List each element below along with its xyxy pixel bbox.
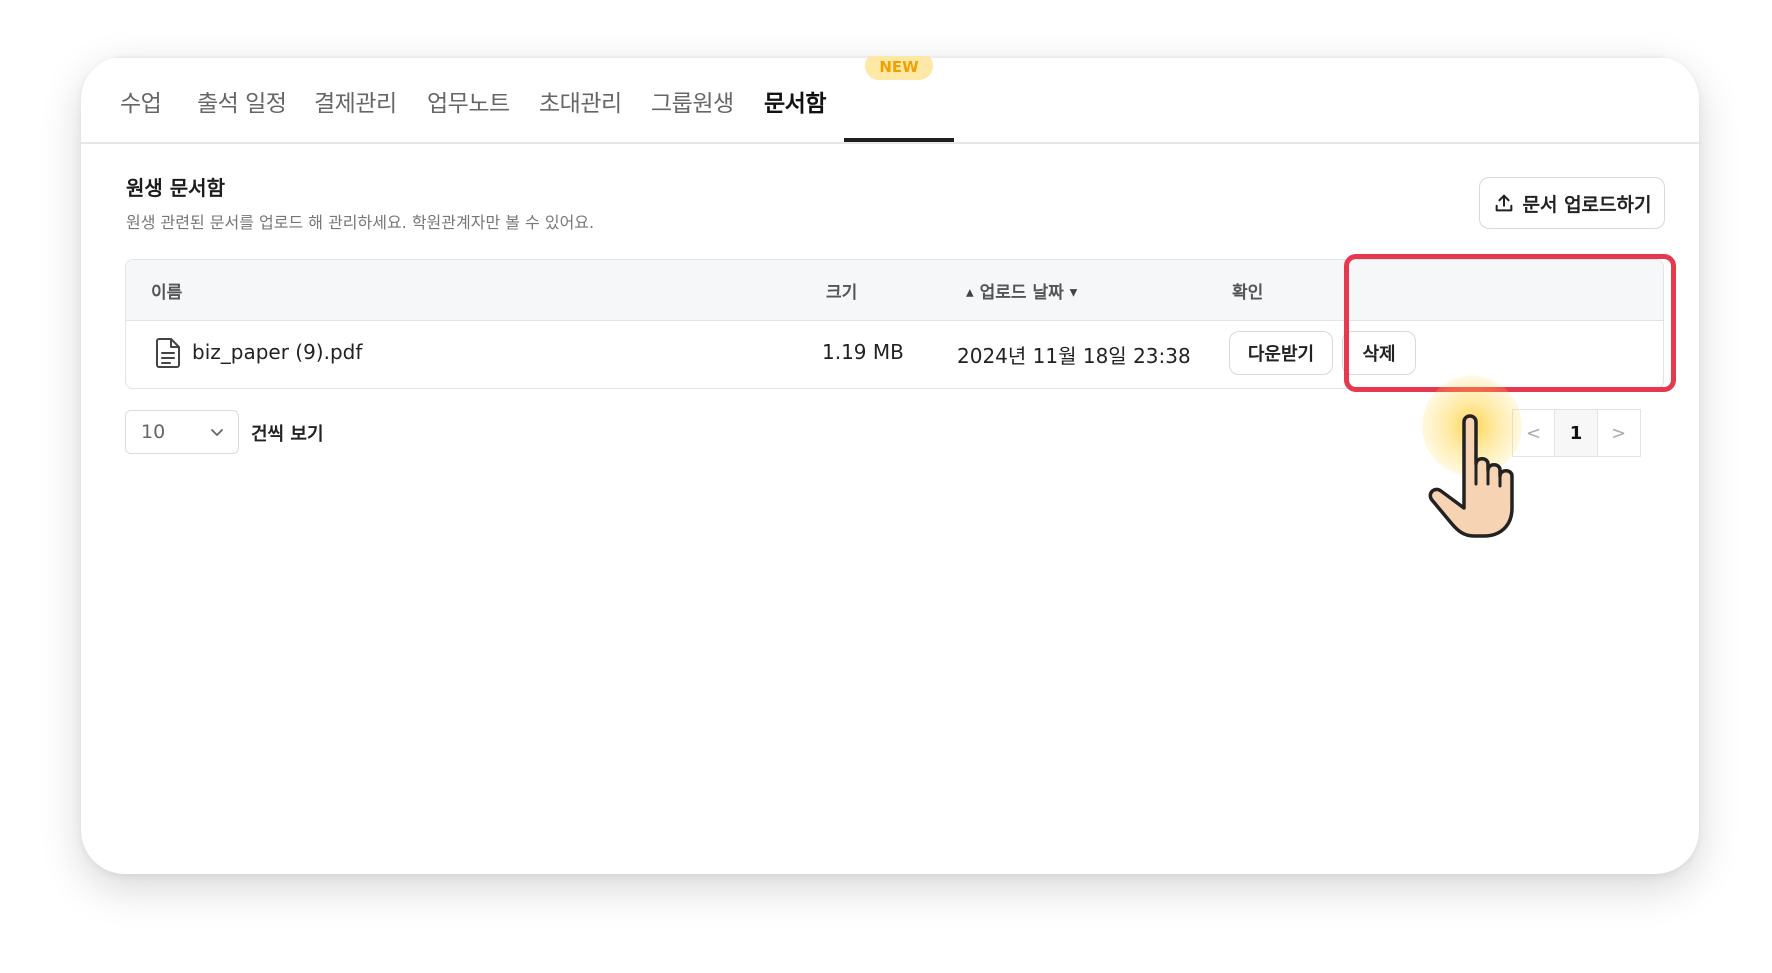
chevron-down-icon [211,429,223,436]
documents-table: 이름 크기 ▲ 업로드 날짜 ▼ 확인 biz_paper (9).pdf 1.… [125,259,1664,389]
header-size[interactable]: 크기 [826,278,857,303]
document-icon [156,338,180,368]
section-title: 원생 문서함 [126,176,225,200]
app-card: 수업 출석 일정 결제관리 업무노트 초대관리 그룹원생 문서함 NEW 원생 … [81,56,1699,874]
file-name[interactable]: biz_paper (9).pdf [192,340,362,364]
header-upload-date[interactable]: ▲ 업로드 날짜 ▼ [966,278,1077,303]
table-header: 이름 크기 ▲ 업로드 날짜 ▼ 확인 [126,260,1663,321]
tab-work-notes[interactable]: 업무노트 [427,84,510,118]
section-description: 원생 관련된 문서를 업로드 해 관리하세요. 학원관계자만 볼 수 있어요. [126,213,595,232]
upload-document-button[interactable]: 문서 업로드하기 [1479,177,1665,229]
new-badge: NEW [865,56,933,80]
tab-bar: 수업 출석 일정 결제관리 업무노트 초대관리 그룹원생 문서함 NEW [81,56,1699,144]
page-size-value: 10 [141,421,166,443]
upload-icon [1495,194,1512,212]
tab-class[interactable]: 수업 [120,84,162,118]
next-page-button[interactable]: > [1596,409,1641,457]
sort-down-icon: ▼ [1069,287,1078,299]
file-size: 1.19 MB [822,340,904,364]
header-upload-date-label: 업로드 날짜 [979,283,1064,303]
page-1-button[interactable]: 1 [1554,409,1598,457]
header-name[interactable]: 이름 [151,278,182,303]
table-row: biz_paper (9).pdf 1.19 MB 2024년 11월 18일 … [126,320,1663,388]
pointing-hand-icon [1428,414,1514,538]
upload-button-label: 문서 업로드하기 [1522,193,1652,216]
active-tab-indicator [844,138,954,142]
tab-group-students[interactable]: 그룹원생 [651,84,734,118]
tab-attendance-schedule[interactable]: 출석 일정 [197,84,287,118]
sort-up-icon: ▲ [966,287,974,299]
tab-documents[interactable]: 문서함 [764,84,826,118]
page-size-label: 건씩 보기 [251,424,324,445]
tab-payment-management[interactable]: 결제관리 [314,84,397,118]
download-button[interactable]: 다운받기 [1229,331,1333,375]
upload-date: 2024년 11월 18일 23:38 [957,344,1191,368]
page-size-select[interactable]: 10 [125,410,239,454]
delete-button[interactable]: 삭제 [1342,331,1416,375]
tab-invitation-management[interactable]: 초대관리 [539,84,622,118]
header-actions: 확인 [1232,283,1264,303]
